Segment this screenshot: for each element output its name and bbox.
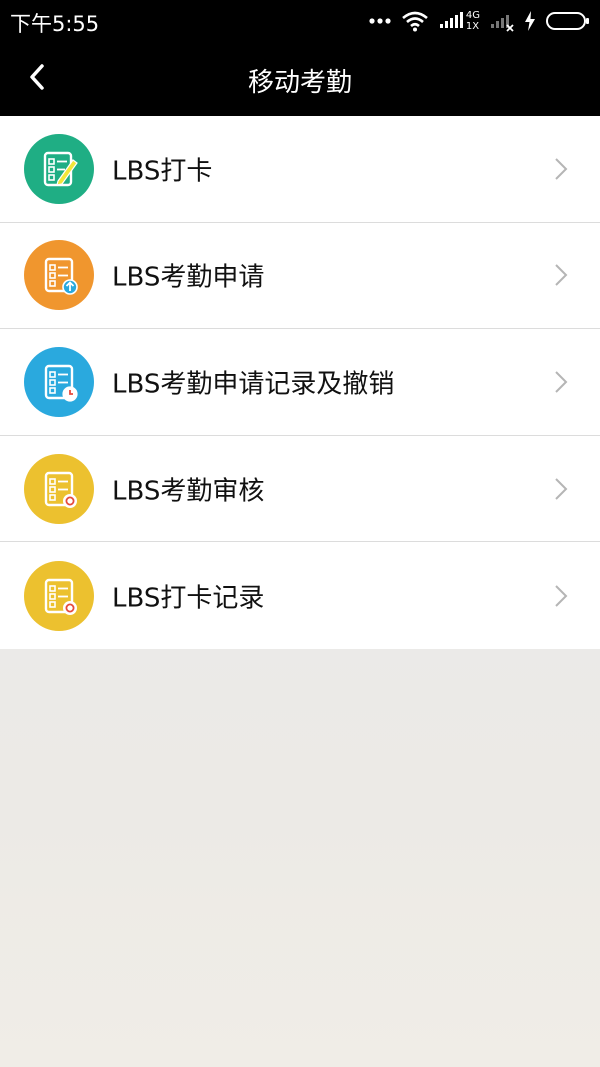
menu-item-label: LBS考勤申请 — [112, 262, 265, 293]
menu-item-label: LBS打卡 — [112, 156, 213, 187]
network-label-1: 4G — [465, 10, 480, 21]
chevron-right-icon — [554, 263, 568, 287]
status-time: 下午5:55 — [10, 12, 100, 36]
signal-4g-icon: 4G 1X — [439, 10, 480, 32]
menu-item-lbs-clock-in[interactable]: LBS打卡 — [0, 116, 600, 223]
menu-item-label: LBS打卡记录 — [112, 583, 265, 614]
signal-no-service-icon — [490, 10, 514, 32]
battery-icon — [546, 11, 590, 31]
menu-item-label: LBS考勤审核 — [112, 476, 265, 507]
page-title: 移动考勤 — [247, 68, 352, 98]
chevron-right-icon — [554, 584, 568, 608]
checklist-record-icon — [24, 560, 94, 631]
network-label-2: 1X — [465, 21, 480, 32]
menu-item-lbs-attendance-apply[interactable]: LBS考勤申请 — [0, 223, 600, 330]
checklist-upload-icon — [24, 240, 94, 311]
status-icons: 4G 1X — [369, 9, 590, 33]
wifi-icon — [401, 10, 429, 32]
checklist-pencil-icon — [24, 133, 94, 204]
more-dots-icon — [369, 17, 391, 25]
charging-icon — [524, 10, 536, 32]
checklist-clock-icon — [24, 346, 94, 417]
menu-item-label: LBS考勤申请记录及撤销 — [112, 369, 395, 400]
menu-item-lbs-clock-in-records[interactable]: LBS打卡记录 — [0, 542, 600, 649]
chevron-right-icon — [554, 157, 568, 181]
title-bar: 移动考勤 — [0, 42, 600, 116]
chevron-right-icon — [554, 370, 568, 394]
menu-item-lbs-apply-records[interactable]: LBS考勤申请记录及撤销 — [0, 329, 600, 436]
status-bar: 下午5:55 4G 1X — [0, 0, 600, 42]
chevron-right-icon — [554, 477, 568, 501]
menu-list: LBS打卡 LBS考勤申请 LBS考勤申请记录及撤销 LBS考勤审核 LBS打卡… — [0, 116, 600, 649]
menu-item-lbs-attendance-review[interactable]: LBS考勤审核 — [0, 436, 600, 543]
checklist-review-icon — [24, 453, 94, 524]
